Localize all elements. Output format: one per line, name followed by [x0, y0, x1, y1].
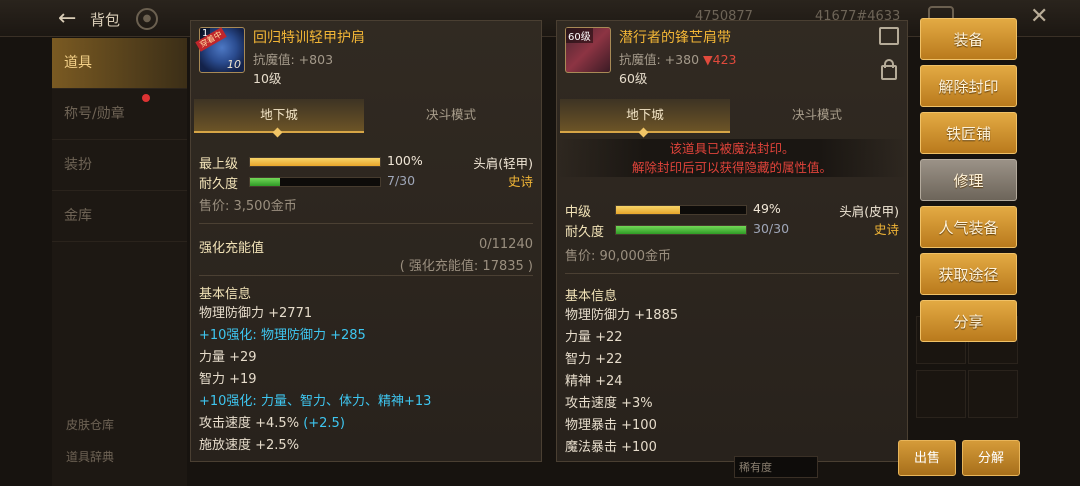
seal-line: 该道具已被魔法封印。: [669, 141, 795, 156]
unseal-button[interactable]: 解除封印: [920, 65, 1017, 107]
bar-label: 耐久度: [565, 225, 605, 240]
helmet-icon: 1 穿着中 10: [195, 27, 245, 73]
eye-icon[interactable]: ●: [136, 8, 158, 30]
seal-message: 该道具已被魔法封印。 解除封印后可以获得隐藏的属性值。: [557, 139, 907, 177]
stat-line: 力量 +22: [565, 330, 623, 345]
menu-item-items[interactable]: 道具: [52, 38, 187, 89]
stat-compare-down: ▼423: [703, 52, 737, 67]
icon-tag: 60级: [566, 28, 593, 43]
decompose-button[interactable]: 分解: [962, 440, 1020, 476]
share-icon[interactable]: [879, 27, 899, 45]
popular-equipment-button[interactable]: 人气装备: [920, 206, 1017, 248]
sell-button[interactable]: 出售: [898, 440, 956, 476]
close-icon[interactable]: ✕: [1030, 4, 1048, 29]
bar-label: 最上级: [199, 157, 239, 172]
stat-text: 攻击速度 +4.5%: [199, 416, 304, 431]
selected-item-tooltip: 60级 潜行者的锋芒肩带 抗魔值: +380 ▼423 60级 地下城 决斗模式…: [556, 20, 908, 462]
bar-value: 100%: [387, 153, 423, 168]
tab-pvp[interactable]: 决斗模式: [732, 99, 902, 131]
stat-line: 物理防御力 +2771: [199, 306, 313, 321]
item-stat: 抗魔值: +803: [253, 52, 334, 67]
stat-line: 攻击速度 +3%: [565, 396, 653, 411]
divider: [199, 223, 533, 224]
bar-label: 中级: [565, 205, 592, 220]
stat-line: +10强化: 力量、智力、体力、精神+13: [199, 394, 432, 409]
sell-price: 售价: 90,000金币: [565, 249, 671, 264]
mode-tabs: 地下城 决斗模式: [194, 99, 538, 133]
inventory-slot[interactable]: [968, 370, 1018, 418]
stat-line: 智力 +22: [565, 352, 623, 367]
lock-icon[interactable]: [881, 59, 897, 80]
bar-value: 49%: [753, 201, 781, 216]
item-level: 10级: [253, 71, 282, 86]
bar-value: 30/30: [753, 221, 790, 236]
item-stat: 抗魔值: +380 ▼423: [619, 49, 737, 68]
stat-text: 抗魔值: +380: [619, 52, 700, 67]
page-title: 背包: [90, 11, 121, 29]
menu-item-titles[interactable]: 称号/勋章: [52, 89, 187, 140]
item-name: 潜行者的锋芒肩带: [619, 30, 731, 46]
equipped-item-tooltip: 1 穿着中 10 回归特训轻甲护肩 抗魔值: +803 10级 地下城 决斗模式…: [190, 20, 542, 462]
stat-line: 智力 +19: [199, 372, 257, 387]
enhance-charge-label: 强化充能值: [199, 241, 265, 256]
basic-info-title: 基本信息: [565, 289, 618, 304]
icon-level: 10: [227, 58, 241, 71]
stat-line: +10强化: 物理防御力 +285: [199, 328, 366, 343]
stat-bonus: (+2.5): [303, 416, 345, 431]
divider: [199, 275, 533, 276]
tab-dungeon[interactable]: 地下城: [560, 99, 730, 133]
notification-dot: [142, 94, 150, 102]
tab-dungeon[interactable]: 地下城: [194, 99, 364, 133]
durability-fill: [616, 226, 746, 234]
slot-type: 头肩(轻甲): [473, 156, 533, 171]
bar-value: 7/30: [387, 173, 416, 188]
inventory-slot[interactable]: [916, 370, 966, 418]
item-dictionary-link[interactable]: 道具辞典: [66, 448, 114, 465]
stat-line: 魔法暴击 +100: [565, 440, 657, 455]
quality-fill: [250, 158, 380, 166]
enhance-charge-value: 0/11240: [478, 237, 533, 252]
rarity: 史诗: [507, 174, 533, 189]
mode-tabs: 地下城 决斗模式: [560, 99, 904, 133]
shoulder-icon: 60级: [565, 27, 611, 73]
menu-item-avatar[interactable]: 装扮: [52, 140, 187, 191]
skin-storage-link[interactable]: 皮肤仓库: [66, 416, 114, 433]
acquisition-button[interactable]: 获取途径: [920, 253, 1017, 295]
arrow-left-icon[interactable]: ←: [58, 6, 76, 31]
share-button[interactable]: 分享: [920, 300, 1017, 342]
stat-line: 物理防御力 +1885: [565, 308, 679, 323]
rarity: 史诗: [873, 222, 899, 237]
equip-button[interactable]: 装备: [920, 18, 1017, 60]
stat-line: 力量 +29: [199, 350, 257, 365]
sell-price: 售价: 3,500金币: [199, 199, 297, 214]
tab-pvp[interactable]: 决斗模式: [366, 99, 536, 131]
durability-fill: [250, 178, 280, 186]
item-name: 回归特训轻甲护肩: [253, 30, 365, 46]
slot-type: 头肩(皮甲): [839, 204, 899, 219]
sort-select[interactable]: 稀有度: [734, 456, 818, 478]
repair-button[interactable]: 修理: [920, 159, 1017, 201]
seal-line: 解除封印后可以获得隐藏的属性值。: [631, 160, 832, 175]
basic-info-title: 基本信息: [199, 287, 252, 302]
enhance-charge-total: ( 强化充能值: 17835 ): [399, 259, 533, 274]
stat-line: 施放速度 +2.5%: [199, 438, 300, 453]
blacksmith-button[interactable]: 铁匠铺: [920, 112, 1017, 154]
stat-line: 精神 +24: [565, 374, 623, 389]
menu-item-vault[interactable]: 金库: [52, 191, 187, 242]
quality-fill: [616, 206, 680, 214]
item-level: 60级: [619, 71, 648, 86]
bar-label: 耐久度: [199, 177, 239, 192]
stat-line: 物理暴击 +100: [565, 418, 657, 433]
divider: [565, 273, 899, 274]
stat-line: 攻击速度 +4.5% (+2.5): [199, 414, 345, 434]
